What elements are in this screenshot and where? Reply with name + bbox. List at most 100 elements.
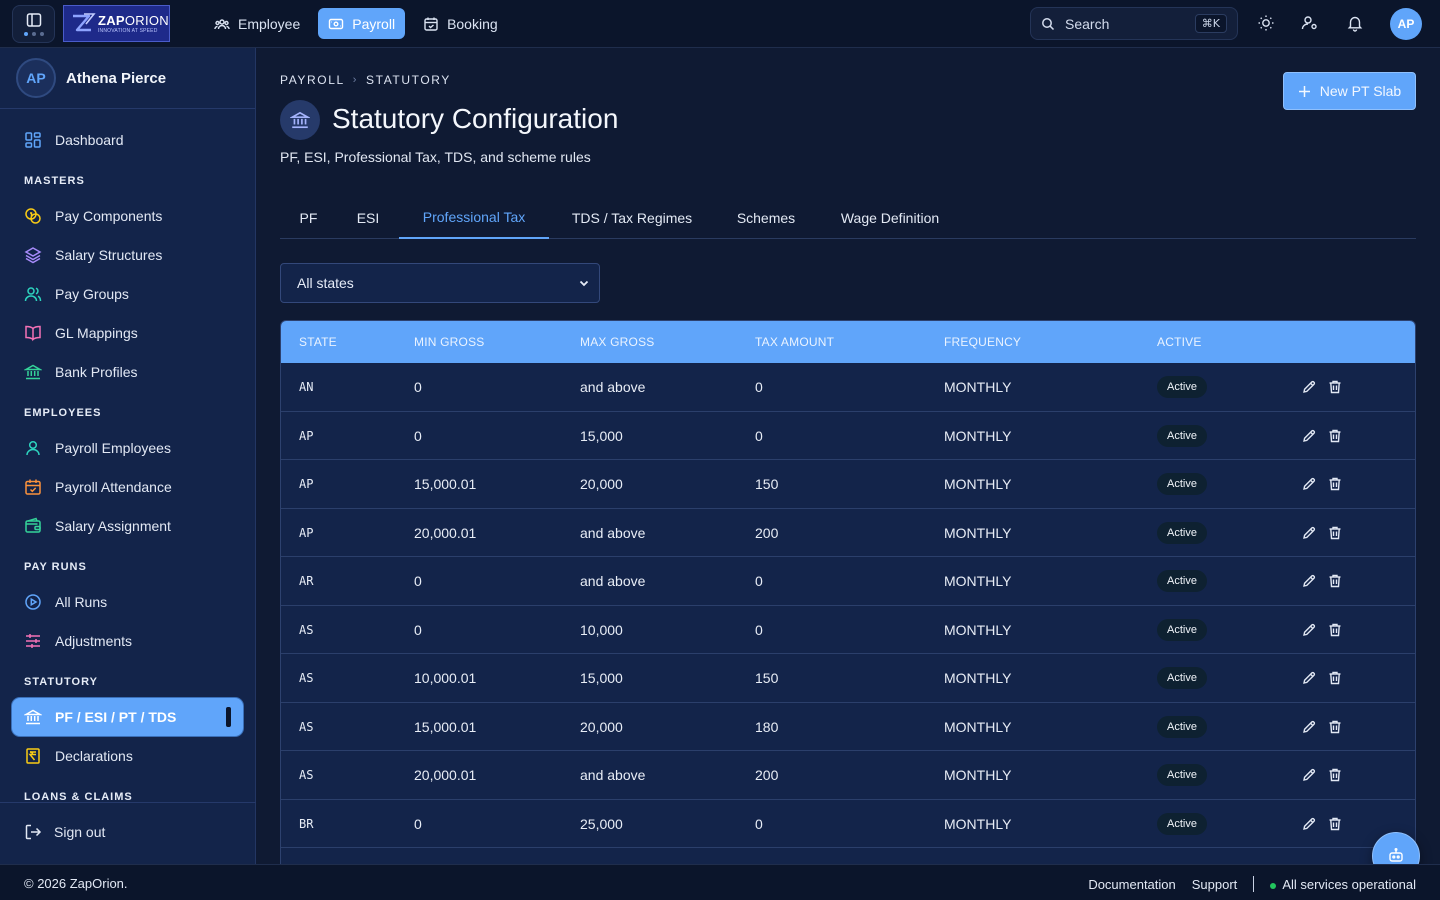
- tab-pf[interactable]: PF: [280, 196, 337, 239]
- topnav-booking-label: Booking: [447, 15, 498, 32]
- edit-icon[interactable]: [1301, 525, 1317, 541]
- table-row[interactable]: AS 0 10,000 0 MONTHLY Active: [281, 605, 1415, 654]
- sign-out-button[interactable]: Sign out: [24, 823, 105, 841]
- tab-professional-tax[interactable]: Professional Tax: [399, 196, 549, 239]
- edit-icon[interactable]: [1301, 719, 1317, 735]
- trash-icon[interactable]: [1327, 767, 1343, 783]
- new-pt-slab-button[interactable]: New PT Slab: [1283, 72, 1416, 110]
- cell-state: AS: [299, 719, 314, 734]
- status-badge: Active: [1157, 715, 1207, 738]
- topnav-employee[interactable]: Employee: [204, 8, 310, 39]
- edit-icon[interactable]: [1301, 670, 1317, 686]
- sidebar-item-pay-components[interactable]: Pay Components: [12, 197, 243, 235]
- sidebar-item-declarations[interactable]: Declarations: [12, 737, 243, 775]
- edit-icon[interactable]: [1301, 767, 1317, 783]
- cell-active: Active: [1157, 800, 1207, 848]
- table-row[interactable]: BR 0 25,000 0 MONTHLY Active: [281, 799, 1415, 848]
- column-header-min-gross[interactable]: MIN GROSS: [414, 321, 484, 363]
- app-logo[interactable]: ZAPORION INNOVATION AT SPEED: [63, 5, 170, 42]
- trash-icon[interactable]: [1327, 816, 1343, 832]
- trash-icon[interactable]: [1327, 428, 1343, 444]
- breadcrumb-payroll[interactable]: PAYROLL: [280, 73, 345, 87]
- edit-icon[interactable]: [1301, 573, 1317, 589]
- bank-icon: [290, 111, 310, 129]
- sidebar-item-label: PF / ESI / PT / TDS: [55, 709, 177, 725]
- row-actions: [1301, 670, 1343, 686]
- column-header-max-gross[interactable]: MAX GROSS: [580, 321, 654, 363]
- cell-frequency: MONTHLY: [944, 379, 1012, 395]
- column-header-frequency[interactable]: FREQUENCY: [944, 321, 1021, 363]
- user-avatar-button[interactable]: AP: [1390, 8, 1422, 40]
- cell-state: AS: [299, 768, 314, 782]
- column-header-active[interactable]: ACTIVE: [1157, 321, 1202, 363]
- sidebar-item-gl-mappings[interactable]: GL Mappings: [12, 314, 243, 352]
- sidebar-item-all-runs[interactable]: All Runs: [12, 583, 243, 621]
- sidebar-item-salary-assignment[interactable]: Salary Assignment: [12, 507, 243, 545]
- status-badge: Active: [1157, 570, 1207, 592]
- sidebar-item-payroll-employees[interactable]: Payroll Employees: [12, 429, 243, 467]
- trash-icon[interactable]: [1327, 622, 1343, 638]
- page-subtitle: PF, ESI, Professional Tax, TDS, and sche…: [280, 149, 591, 165]
- avatar: AP: [16, 58, 56, 98]
- trash-icon[interactable]: [1327, 719, 1343, 735]
- coins-icon: [25, 208, 41, 224]
- cell-active: Active: [1157, 703, 1207, 751]
- sidebar-item-bank-profiles[interactable]: Bank Profiles: [12, 353, 243, 391]
- cell-max-gross: 20,000: [580, 476, 623, 492]
- column-header-state[interactable]: STATE: [299, 321, 337, 363]
- sidebar-item-label: Bank Profiles: [55, 364, 138, 380]
- sidebar-toggle-button[interactable]: [12, 5, 55, 43]
- edit-icon[interactable]: [1301, 622, 1317, 638]
- bell-icon[interactable]: [1346, 14, 1364, 32]
- sidebar-user-card[interactable]: AP Athena Pierce: [0, 48, 255, 109]
- edit-icon[interactable]: [1301, 428, 1317, 444]
- theme-toggle-icon[interactable]: [1257, 14, 1275, 32]
- user-settings-icon[interactable]: [1301, 14, 1319, 32]
- sidebar-item-label: Salary Structures: [55, 247, 163, 263]
- users-icon: [24, 287, 42, 302]
- sidebar-item-adjustments[interactable]: Adjustments: [12, 622, 243, 660]
- cell-frequency: MONTHLY: [944, 427, 1012, 444]
- edit-icon[interactable]: [1301, 476, 1317, 492]
- column-header-tax-amount[interactable]: TAX AMOUNT: [755, 321, 834, 363]
- documentation-link[interactable]: Documentation: [1088, 877, 1175, 892]
- table-row[interactable]: AN 0 and above 0 MONTHLY Active: [281, 363, 1415, 412]
- table-row[interactable]: AS 20,000.01 and above 200 MONTHLY Active: [281, 751, 1415, 800]
- edit-icon[interactable]: [1301, 379, 1317, 395]
- tab-esi[interactable]: ESI: [337, 196, 399, 239]
- cell-tax-amount: 180: [755, 718, 779, 735]
- tab-tds-tax-regimes[interactable]: TDS / Tax Regimes: [549, 196, 715, 239]
- edit-icon[interactable]: [1301, 816, 1317, 832]
- sidebar-item-pf-esi-pt-tds[interactable]: PF / ESI / PT / TDS: [12, 698, 243, 736]
- table-row[interactable]: AS 10,000.01 15,000 150 MONTHLY Active: [281, 654, 1415, 703]
- table-header: STATE MIN GROSS MAX GROSS TAX AMOUNT FRE…: [281, 321, 1415, 363]
- tab-schemes[interactable]: Schemes: [715, 196, 817, 239]
- table-row[interactable]: AP 15,000.01 20,000 150 MONTHLY Active: [281, 460, 1415, 509]
- topnav-booking[interactable]: Booking: [413, 8, 508, 39]
- search-input[interactable]: Search ⌘K: [1030, 7, 1238, 40]
- cell-tax-amount: 150: [755, 670, 779, 686]
- row-actions: [1301, 476, 1343, 492]
- sidebar-section-masters: MASTERS: [24, 175, 85, 187]
- sidebar-item-pay-groups[interactable]: Pay Groups: [12, 275, 243, 313]
- support-link[interactable]: Support: [1192, 877, 1238, 892]
- sidebar-item-payroll-attendance[interactable]: Payroll Attendance: [12, 468, 243, 506]
- sidebar-item-salary-structures[interactable]: Salary Structures: [12, 236, 243, 274]
- topnav-payroll[interactable]: Payroll: [318, 8, 406, 39]
- cell-tax-amount: 0: [755, 427, 763, 444]
- table-row[interactable]: AS 15,000.01 20,000 180 MONTHLY Active: [281, 702, 1415, 751]
- tab-wage-definition[interactable]: Wage Definition: [817, 196, 963, 239]
- table-row[interactable]: AP 20,000.01 and above 200 MONTHLY Active: [281, 508, 1415, 557]
- zaporion-logo-icon: [72, 12, 96, 31]
- cell-tax-amount: 0: [755, 815, 763, 832]
- sidebar-item-dashboard[interactable]: Dashboard: [12, 121, 243, 159]
- table-row[interactable]: AP 0 15,000 0 MONTHLY Active: [281, 411, 1415, 460]
- trash-icon[interactable]: [1327, 379, 1343, 395]
- trash-icon[interactable]: [1327, 573, 1343, 589]
- table-row[interactable]: AR 0 and above 0 MONTHLY Active: [281, 557, 1415, 606]
- trash-icon[interactable]: [1327, 525, 1343, 541]
- state-filter-select[interactable]: All states: [280, 263, 600, 303]
- trash-icon[interactable]: [1327, 476, 1343, 492]
- trash-icon[interactable]: [1327, 670, 1343, 686]
- status-badge: Active: [1157, 764, 1207, 786]
